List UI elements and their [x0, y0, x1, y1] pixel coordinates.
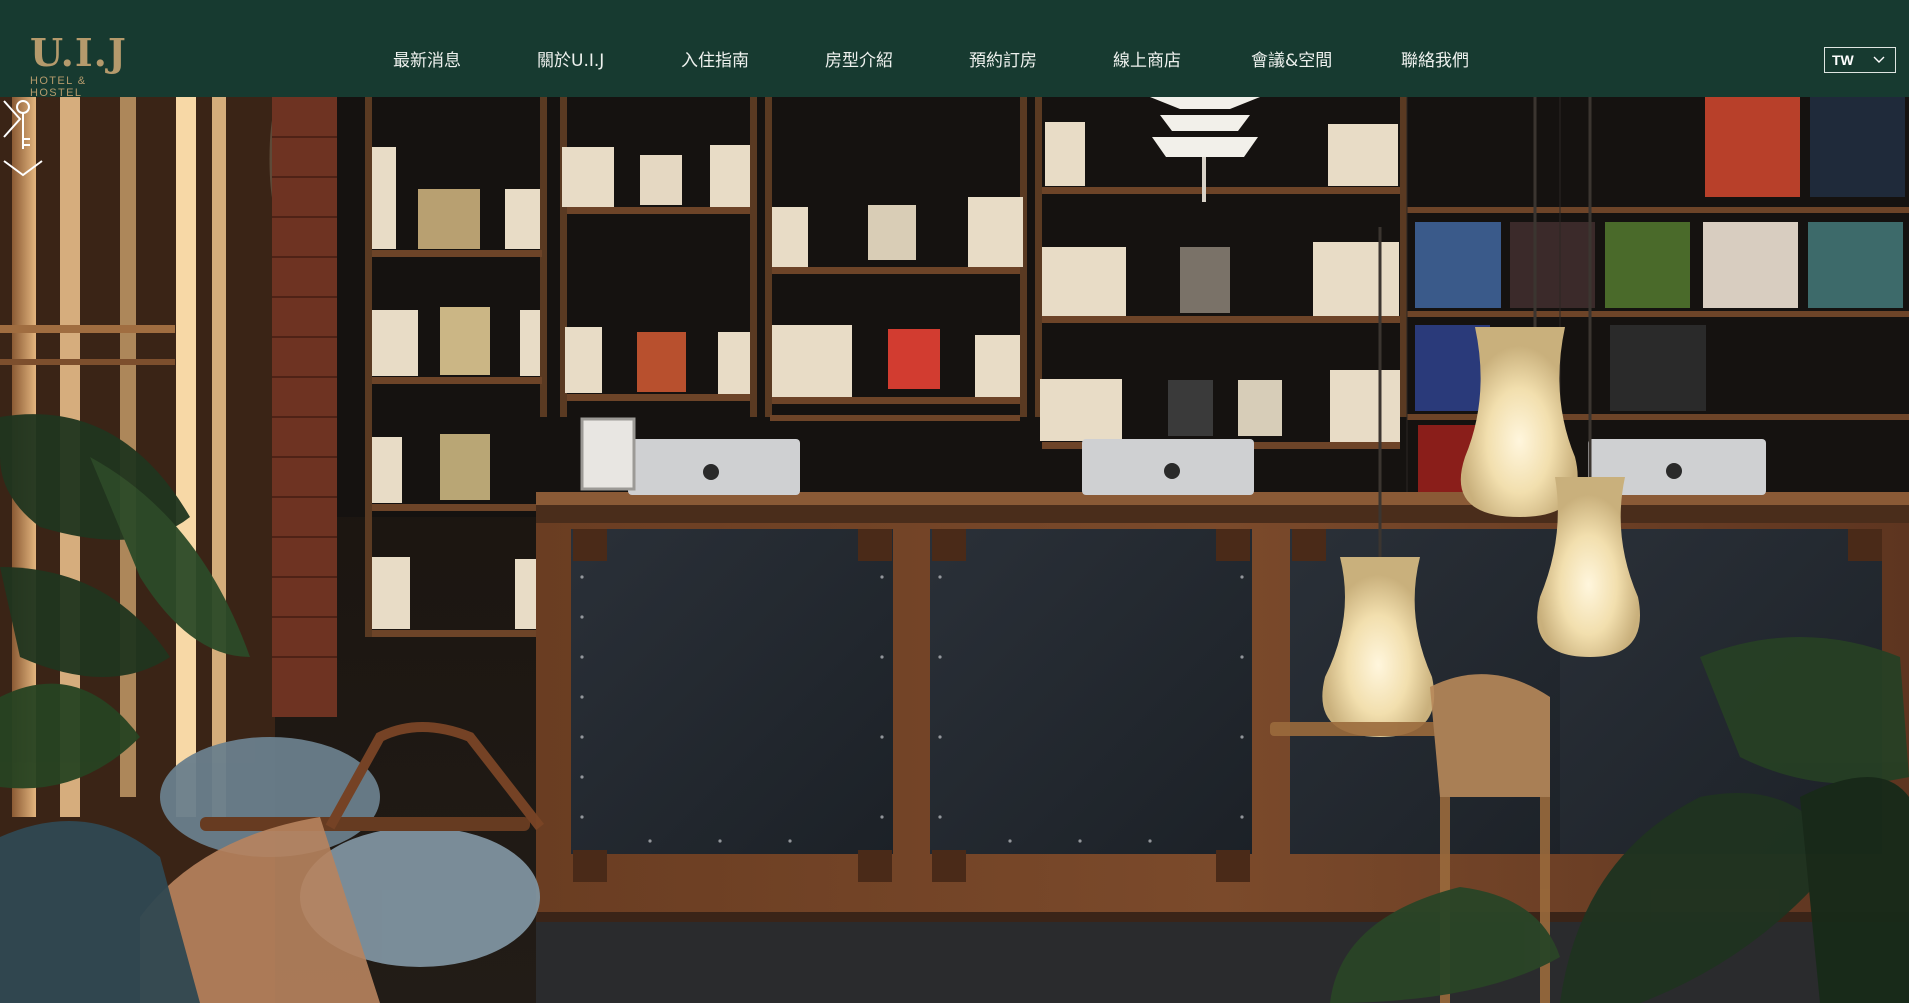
nav-item-rooms[interactable]: 房型介紹	[825, 46, 893, 74]
hero-photo	[0, 97, 1909, 1003]
nav-item-guide[interactable]: 入住指南	[681, 46, 749, 74]
nav-item-news[interactable]: 最新消息	[393, 46, 461, 74]
nav-item-contact[interactable]: 聯絡我們	[1401, 46, 1469, 74]
logo-subtitle: HOTEL & HOSTEL	[30, 75, 87, 99]
key-scroll-down-icon[interactable]	[0, 97, 46, 187]
nav-item-booking[interactable]: 預約訂房	[969, 46, 1037, 74]
logo[interactable]: U.I.J HOTEL & HOSTEL	[30, 30, 142, 100]
chevron-down-icon	[1873, 56, 1885, 63]
nav-item-shop[interactable]: 線上商店	[1113, 46, 1181, 74]
logo-mark: U.I.J	[30, 30, 127, 75]
language-select[interactable]: TW	[1824, 47, 1896, 73]
nav-item-about[interactable]: 關於U.I.J	[537, 46, 604, 74]
nav-item-meeting[interactable]: 會議&空間	[1251, 46, 1332, 74]
site-header: U.I.J HOTEL & HOSTEL 最新消息 關於U.I.J 入住指南 房…	[0, 0, 1909, 100]
language-selected: TW	[1832, 52, 1854, 68]
hero-banner	[0, 97, 1909, 1003]
